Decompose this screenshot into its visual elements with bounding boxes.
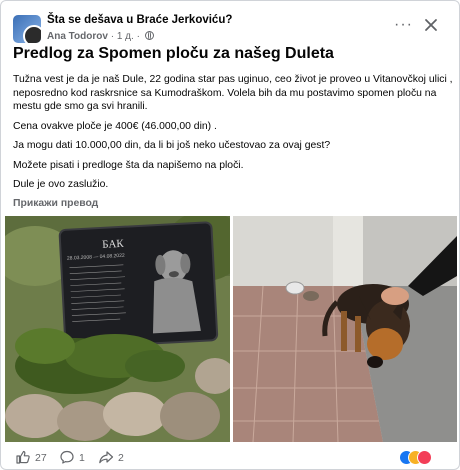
group-avatar[interactable] [13, 15, 41, 43]
post-paragraph: Dule je ovo zaslužio. [13, 179, 109, 190]
food-bowl [303, 291, 319, 301]
dog-image [233, 216, 457, 442]
show-translation-link[interactable]: Прикажи превод [13, 198, 98, 209]
memorial-plaque-image: БАК 28.03.2008 — 04.08.2022 [5, 216, 230, 442]
plaque-name: БАК [102, 238, 125, 251]
post-title: Predlog za Spomen ploču za našeg Duleta [13, 45, 334, 62]
comment-icon [60, 450, 74, 464]
love-reaction-icon [417, 450, 432, 465]
close-icon [425, 19, 437, 31]
post-paragraph: Cena ovakve ploče je 400€ (46.000,00 din… [13, 120, 217, 132]
globe-icon [144, 31, 154, 40]
post-paragraph: Možete pisati i predloge šta da napišemo… [13, 159, 244, 171]
comment-count: 1 [79, 452, 85, 464]
post-header: Šta se dešava u Braće Jerkoviću? Ana Tod… [13, 11, 449, 45]
close-button[interactable] [421, 15, 441, 35]
thumbs-up-icon [16, 450, 30, 464]
share-icon [99, 451, 114, 464]
post-actions-bar: 27 1 2 [1, 443, 459, 469]
share-count: 2 [118, 452, 124, 464]
dog-photo[interactable] [233, 216, 457, 442]
like-action[interactable]: 27 [15, 449, 47, 465]
more-options-button[interactable]: ··· [394, 17, 413, 33]
post-paragraph: Ja mogu dati 10.000,00 din, da li bi još… [13, 140, 331, 151]
post-time-link[interactable]: 1 д. [117, 31, 134, 42]
post-body: Tužna vest je da je naš Dule, 22 godina … [13, 73, 453, 198]
share-action[interactable]: 2 [98, 449, 124, 465]
post-paragraph: Tužna vest je da je naš Dule, 22 godina … [13, 74, 453, 112]
comment-action[interactable]: 1 [59, 449, 85, 465]
like-count: 27 [35, 452, 47, 464]
author-name-link[interactable]: Ana Todorov [47, 31, 108, 42]
group-name-link[interactable]: Šta se dešava u Braće Jerkoviću? [47, 14, 232, 26]
memorial-plaque-photo[interactable]: БАК 28.03.2008 — 04.08.2022 [5, 216, 230, 442]
author-avatar[interactable] [23, 25, 41, 43]
reaction-summary[interactable] [399, 450, 439, 465]
food-bowl [285, 281, 305, 295]
meta-separator: · [136, 31, 143, 42]
post-card: Šta se dešava u Braće Jerkoviću? Ana Tod… [0, 0, 460, 470]
post-meta: Ana Todorov · 1 д. · [47, 31, 154, 42]
